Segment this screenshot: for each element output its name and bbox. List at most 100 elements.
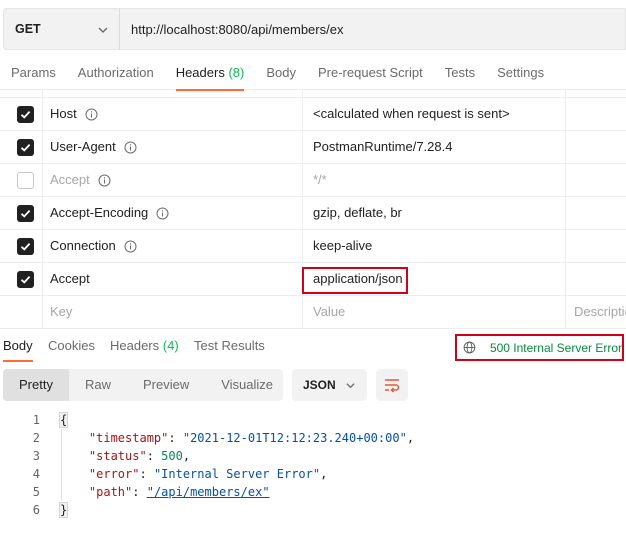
tab-pre-request-script[interactable]: Pre-request Script: [307, 56, 434, 90]
description-cell[interactable]: [565, 230, 626, 262]
value-cell[interactable]: keep-alive: [302, 230, 565, 262]
url-bar: GET http://localhost:8080/api/members/ex: [3, 8, 626, 50]
header-key: Connection: [50, 238, 116, 253]
chevron-down-icon: [346, 383, 355, 389]
value-placeholder: Value: [313, 304, 346, 319]
json-value: "2021-12-01T12:12:23.240+00:00": [182, 431, 407, 445]
response-status[interactable]: 500 Internal Server Error: [455, 334, 624, 361]
value-cell[interactable]: PostmanRuntime/7.28.4: [302, 131, 565, 163]
tab-label: Pre-request Script: [317, 65, 423, 80]
json-value: 500: [161, 449, 183, 463]
check-icon: [20, 209, 31, 218]
response-body: 1 { 2 "timestamp": "2021-12-01T12:12:23.…: [0, 411, 626, 519]
description-cell[interactable]: [565, 197, 626, 229]
format-visualize[interactable]: Visualize: [205, 369, 289, 401]
format-tabs: Pretty Raw Preview Visualize: [3, 369, 283, 401]
table-row: User-Agent PostmanRuntime/7.28.4: [0, 131, 626, 164]
tab-params[interactable]: Params: [0, 56, 67, 90]
globe-icon: [463, 341, 476, 354]
url-input[interactable]: http://localhost:8080/api/members/ex: [119, 8, 626, 50]
description-cell[interactable]: [565, 98, 626, 130]
code-line: 5 "path": "/api/members/ex": [0, 483, 626, 501]
header-value: */*: [313, 172, 327, 187]
close-brace: }: [58, 502, 69, 518]
json-value: "Internal Server Error": [153, 467, 321, 481]
highlight-box: [302, 267, 408, 294]
key-cell[interactable]: Accept: [42, 164, 302, 196]
table-row: Accept */*: [0, 164, 626, 197]
key-cell[interactable]: Connection: [42, 230, 302, 262]
key-cell[interactable]: Accept: [42, 263, 302, 295]
description-cell[interactable]: [565, 164, 626, 196]
header-checkbox[interactable]: [17, 106, 34, 123]
description-cell[interactable]: Description: [565, 296, 626, 328]
tab-response-body[interactable]: Body: [3, 330, 33, 362]
line-number: 4: [32, 467, 40, 481]
description-cell[interactable]: [565, 263, 626, 295]
tab-tests[interactable]: Tests: [434, 56, 486, 90]
key-cell[interactable]: Host: [42, 98, 302, 130]
format-raw[interactable]: Raw: [69, 369, 127, 401]
table-row: Connection keep-alive: [0, 230, 626, 263]
json-link-value[interactable]: "/api/members/ex": [147, 485, 270, 499]
value-cell[interactable]: Value: [302, 296, 565, 328]
new-header-row: Key Value Description: [0, 296, 626, 329]
headers-count: (8): [228, 65, 245, 80]
response-headers-count: (4): [162, 338, 179, 353]
wrap-lines-icon: [385, 379, 400, 393]
code-line: 2 "timestamp": "2021-12-01T12:12:23.240+…: [0, 429, 626, 447]
header-checkbox[interactable]: [17, 139, 34, 156]
key-cell: [42, 90, 302, 97]
info-icon[interactable]: [85, 108, 98, 121]
language-select[interactable]: JSON: [292, 369, 367, 401]
header-checkbox[interactable]: [17, 205, 34, 222]
code-line: 4 "error": "Internal Server Error",: [0, 465, 626, 483]
info-icon[interactable]: [124, 141, 137, 154]
tab-body[interactable]: Body: [255, 56, 307, 90]
chevron-down-icon: [98, 27, 108, 33]
value-cell: [302, 90, 565, 97]
header-checkbox[interactable]: [17, 271, 34, 288]
tab-settings[interactable]: Settings: [486, 56, 555, 90]
key-placeholder: Key: [50, 304, 73, 319]
key-cell[interactable]: User-Agent: [42, 131, 302, 163]
line-number: 2: [32, 431, 40, 445]
code-line: 1 {: [0, 411, 626, 429]
line-number: 5: [32, 485, 40, 499]
code-line: 3 "status": 500,: [0, 447, 626, 465]
json-key: "error": [88, 467, 140, 481]
key-cell[interactable]: Accept-Encoding: [42, 197, 302, 229]
code-line: 6 }: [0, 501, 626, 519]
value-cell[interactable]: gzip, deflate, br: [302, 197, 565, 229]
tab-label: Headers: [110, 338, 160, 353]
header-value: PostmanRuntime/7.28.4: [313, 139, 453, 154]
description-cell[interactable]: [565, 131, 626, 163]
tab-test-results[interactable]: Test Results: [194, 330, 265, 362]
tab-label: Authorization: [77, 65, 154, 80]
header-checkbox[interactable]: [17, 172, 34, 189]
wrap-lines-button[interactable]: [376, 369, 408, 401]
tab-cookies[interactable]: Cookies: [48, 330, 95, 362]
tab-response-headers[interactable]: Headers (4): [110, 330, 179, 362]
info-icon[interactable]: [156, 207, 169, 220]
value-cell[interactable]: */*: [302, 164, 565, 196]
tab-headers[interactable]: Headers (8): [165, 56, 256, 91]
table-row: Accept-Encoding gzip, deflate, br: [0, 197, 626, 230]
open-brace: {: [58, 412, 69, 428]
json-key: "status": [88, 449, 147, 463]
value-cell[interactable]: <calculated when request is sent>: [302, 98, 565, 130]
header-checkbox[interactable]: [17, 238, 34, 255]
tab-authorization[interactable]: Authorization: [67, 56, 165, 90]
key-cell[interactable]: Key: [42, 296, 302, 328]
description-placeholder: Description: [574, 304, 626, 319]
header-value: keep-alive: [313, 238, 373, 253]
header-value: gzip, deflate, br: [313, 205, 402, 220]
language-label: JSON: [303, 378, 336, 392]
format-pretty[interactable]: Pretty: [3, 369, 69, 401]
info-icon[interactable]: [98, 174, 111, 187]
format-preview[interactable]: Preview: [127, 369, 205, 401]
method-select[interactable]: GET: [3, 8, 119, 50]
tab-label: Params: [11, 65, 56, 80]
method-label: GET: [15, 22, 41, 36]
info-icon[interactable]: [124, 240, 137, 253]
